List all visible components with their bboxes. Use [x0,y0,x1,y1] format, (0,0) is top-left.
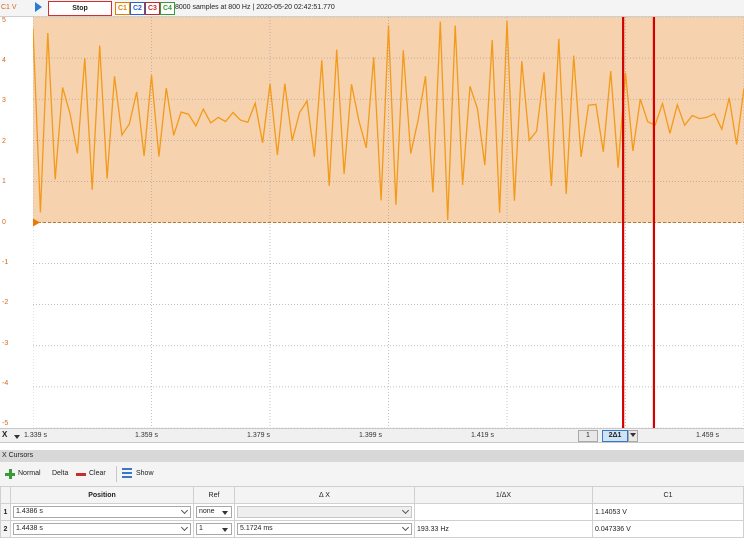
inv-dx-cell [414,503,593,521]
y-tick-label: 2 [2,138,6,145]
x-tick-label: 1.459 s [696,432,719,439]
y-tick-label: -1 [2,259,9,266]
chevron-down-icon[interactable] [14,435,20,439]
dropdown-arrow-icon [222,511,228,515]
y-tick-label: -5 [2,420,9,427]
y-tick-label: 1 [2,178,6,185]
row-number: 2 [0,520,11,538]
x-tick-label: 1.399 s [359,432,382,439]
y-tick-label: 0 [2,219,6,226]
cursor-select-spinbox[interactable]: 1 [578,430,598,442]
position-field[interactable]: 1.4438 s [13,523,191,535]
waveform-canvas[interactable] [33,17,744,428]
column-header-inv-dx[interactable]: 1/ΔX [414,486,593,504]
y-axis-unit-label: C1 V [1,4,17,11]
run-play-icon[interactable] [35,2,42,12]
x-tick-label: 1.419 s [471,432,494,439]
cursors-panel-header: X Cursors [0,450,744,462]
y-tick-label: 3 [2,97,6,104]
dropdown-arrow-icon [222,528,228,532]
cursors-table: Position Ref Δ X 1/ΔX C1 1 1.4386 s none… [0,486,744,538]
minus-icon [76,473,86,476]
acquisition-info: 8000 samples at 800 Hz | 2020-05-20 02:4… [175,4,335,11]
c1-value-cell: 0.047336 V [592,520,744,538]
y-tick-label: 4 [2,57,6,64]
channel-c3-button[interactable]: C3 [145,2,160,15]
table-header-row: Position Ref Δ X 1/ΔX C1 [0,486,744,504]
ref-select[interactable]: 1 [196,523,232,535]
table-row: 1 1.4386 s none 1.14053 V [0,503,744,521]
chevron-down-icon [401,506,410,515]
delta-cursor-select[interactable]: 2Δ1 [602,430,628,442]
channel-c4-button[interactable]: C4 [160,2,175,15]
stop-button[interactable]: Stop [48,1,112,16]
add-normal-cursor-button[interactable]: Normal [18,470,41,477]
channel-c1-button[interactable]: C1 [115,2,130,15]
y-tick-label: 5 [2,17,6,24]
x-axis-menu-button[interactable]: X [2,430,7,439]
dx-field[interactable]: 5.1724 ms [237,523,412,535]
channel-c2-button[interactable]: C2 [130,2,145,15]
clear-cursors-button[interactable]: Clear [89,470,106,477]
inv-dx-cell: 193.33 Hz [414,520,593,538]
x-tick-label: 1.339 s [24,432,47,439]
delta-dropdown-button[interactable] [628,430,638,442]
oscilloscope-plot[interactable]: 5 4 3 2 1 0 -1 -2 -3 -4 -5 [0,17,744,428]
plus-icon [5,469,15,479]
c1-value-cell: 1.14053 V [592,503,744,521]
row-number: 1 [0,503,11,521]
cursors-toolbar: Normal Delta Clear Show [0,462,744,486]
position-field[interactable]: 1.4386 s [13,506,191,518]
chevron-down-icon [180,506,189,515]
chevron-down-icon [401,523,410,532]
y-tick-label: -4 [2,380,9,387]
column-header-position[interactable]: Position [10,486,194,504]
top-toolbar: C1 V Stop C1 C2 C3 C4 8000 samples at 80… [0,0,744,17]
column-header-ref[interactable]: Ref [193,486,235,504]
x-axis-bar: X 1.339 s 1.359 s 1.379 s 1.399 s 1.419 … [0,428,744,443]
ref-select[interactable]: none [196,506,232,518]
column-header-c1[interactable]: C1 [592,486,744,504]
chevron-down-icon [630,433,636,437]
y-tick-label: -2 [2,299,9,306]
x-tick-label: 1.379 s [247,432,270,439]
y-tick-label: -3 [2,340,9,347]
dx-field [237,506,412,518]
table-row: 2 1.4438 s 1 5.1724 ms 193.33 Hz 0.04733… [0,520,744,538]
column-header-dx[interactable]: Δ X [234,486,415,504]
delta-cursor-button[interactable]: Delta [52,470,68,477]
toolbar-separator [116,466,117,482]
list-icon [122,468,132,480]
show-menu-button[interactable]: Show [136,470,154,477]
chevron-down-icon [180,523,189,532]
x-tick-label: 1.359 s [135,432,158,439]
